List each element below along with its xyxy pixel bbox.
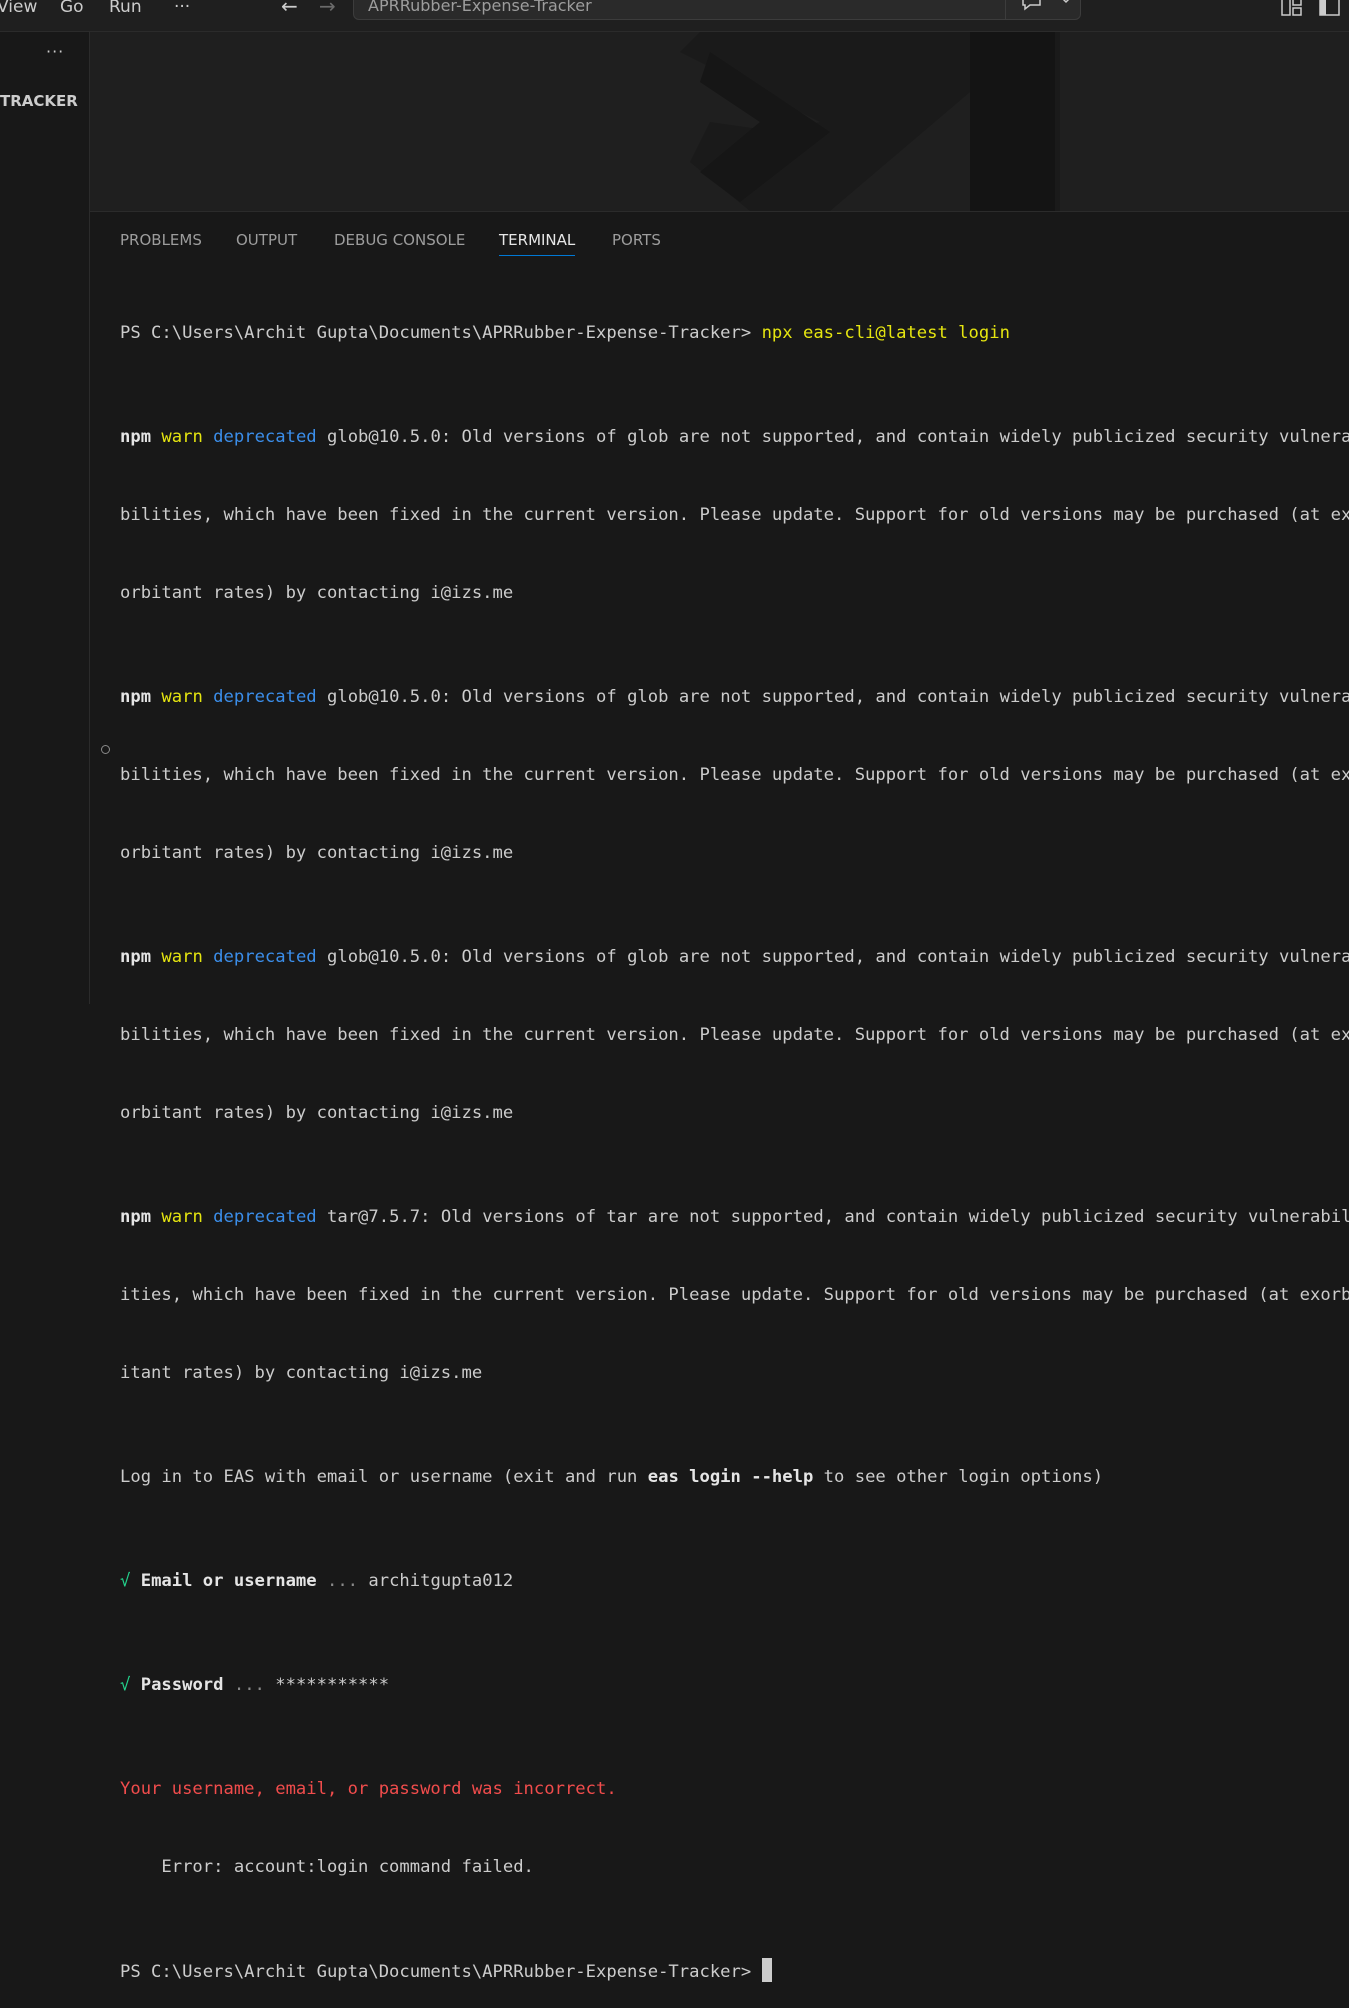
login-help-command: eas login --help: [647, 1467, 814, 1487]
tab-output[interactable]: OUTPUT: [236, 231, 297, 255]
warning-text: bilities, which have been fixed in the c…: [120, 1025, 1349, 1045]
warning-text: glob@10.5.0: Old versions of glob are no…: [316, 687, 1349, 707]
command-status-circle-icon: [101, 745, 110, 754]
terminal-cursor[interactable]: [761, 1958, 772, 1982]
terminal-line: npm warn deprecated glob@10.5.0: Old ver…: [120, 944, 1349, 970]
warn-label: warn: [161, 947, 203, 967]
warning-text: orbitant rates) by contacting i@izs.me: [120, 1103, 514, 1123]
toggle-sidebar-icon[interactable]: [1318, 0, 1342, 18]
sidebar-more-actions[interactable]: ···: [46, 42, 64, 61]
terminal-command: npx eas-cli@latest login: [761, 323, 1010, 343]
command-center[interactable]: APRRubber-Expense-Tracker: [353, 0, 1081, 20]
warning-text: orbitant rates) by contacting i@izs.me: [120, 583, 514, 603]
menu-run[interactable]: Run: [109, 0, 142, 18]
menu-more[interactable]: ···: [174, 0, 190, 18]
bottom-panel: PROBLEMS OUTPUT DEBUG CONSOLE TERMINAL P…: [90, 211, 1349, 1982]
menu-view[interactable]: View: [0, 0, 37, 18]
chevron-down-icon[interactable]: [1059, 0, 1073, 5]
tab-debug-console[interactable]: DEBUG CONSOLE: [334, 231, 465, 255]
npm-label: npm: [120, 427, 152, 447]
login-info-text: Log in to EAS with email or username (ex…: [120, 1467, 648, 1487]
warning-text: orbitant rates) by contacting i@izs.me: [120, 843, 514, 863]
terminal-line: Your username, email, or password was in…: [120, 1776, 1349, 1802]
warning-text: glob@10.5.0: Old versions of glob are no…: [316, 427, 1349, 447]
terminal-line: ities, which have been fixed in the curr…: [120, 1282, 1349, 1308]
warning-text: glob@10.5.0: Old versions of glob are no…: [316, 947, 1349, 967]
npm-label: npm: [120, 947, 152, 967]
terminal-line: √ Email or username ... architgupta012: [120, 1568, 1349, 1594]
back-arrow-icon[interactable]: ←: [281, 0, 298, 17]
title-bar: View Go Run ··· ← → APRRubber-Expense-Tr…: [0, 0, 1349, 32]
sidebar-folder-title[interactable]: TRACKER: [0, 92, 78, 110]
warning-text: itant rates) by contacting i@izs.me: [120, 1363, 483, 1383]
warn-label: warn: [161, 427, 203, 447]
password-value: ***********: [275, 1675, 390, 1695]
warn-label: warn: [161, 1207, 203, 1227]
deprecated-label: deprecated: [213, 947, 317, 967]
terminal-line: npm warn deprecated glob@10.5.0: Old ver…: [120, 684, 1349, 710]
terminal-line: orbitant rates) by contacting i@izs.me: [120, 840, 1349, 866]
terminal-line: bilities, which have been fixed in the c…: [120, 1022, 1349, 1048]
customize-layout-icon[interactable]: [1280, 0, 1304, 18]
menu-go[interactable]: Go: [60, 0, 84, 18]
terminal-line: √ Password ... ***********: [120, 1672, 1349, 1698]
terminal-line: bilities, which have been fixed in the c…: [120, 762, 1349, 788]
terminal-line: PS C:\Users\Archit Gupta\Documents\APRRu…: [120, 1958, 1349, 1984]
terminal-prompt: PS C:\Users\Archit Gupta\Documents\APRRu…: [120, 1962, 762, 1982]
deprecated-label: deprecated: [213, 1207, 317, 1227]
tab-terminal[interactable]: TERMINAL: [499, 231, 576, 256]
terminal-line: Error: account:login command failed.: [120, 1854, 1349, 1880]
check-icon: √: [120, 1675, 131, 1695]
terminal-line: orbitant rates) by contacting i@izs.me: [120, 1100, 1349, 1126]
npm-label: npm: [120, 1207, 152, 1227]
tab-ports[interactable]: PORTS: [612, 231, 661, 255]
email-value: architgupta012: [368, 1571, 514, 1591]
terminal-line: orbitant rates) by contacting i@izs.me: [120, 580, 1349, 606]
deprecated-label: deprecated: [213, 687, 317, 707]
terminal-line: npm warn deprecated glob@10.5.0: Old ver…: [120, 424, 1349, 450]
email-dots: ...: [316, 1571, 369, 1591]
terminal-line: Log in to EAS with email or username (ex…: [120, 1464, 1349, 1490]
warning-text: ities, which have been fixed in the curr…: [120, 1285, 1349, 1305]
terminal-prompt: PS C:\Users\Archit Gupta\Documents\APRRu…: [120, 323, 752, 343]
warning-text: tar@7.5.7: Old versions of tar are not s…: [316, 1207, 1349, 1227]
password-dots: ...: [223, 1675, 276, 1695]
login-info-text: to see other login options): [813, 1467, 1104, 1487]
command-center-separator: [1005, 0, 1006, 19]
forward-arrow-icon[interactable]: →: [319, 0, 336, 17]
deprecated-label: deprecated: [213, 427, 317, 447]
password-label: Password: [140, 1675, 224, 1695]
warn-label: warn: [161, 687, 203, 707]
tab-problems[interactable]: PROBLEMS: [120, 231, 202, 255]
command-center-title: APRRubber-Expense-Tracker: [368, 0, 592, 15]
error-message: Your username, email, or password was in…: [120, 1779, 617, 1799]
email-label: Email or username: [140, 1571, 317, 1591]
warning-text: bilities, which have been fixed in the c…: [120, 765, 1349, 785]
check-icon: √: [120, 1571, 131, 1591]
terminal-line: itant rates) by contacting i@izs.me: [120, 1360, 1349, 1386]
copilot-chat-icon[interactable]: [1020, 0, 1044, 11]
warning-text: bilities, which have been fixed in the c…: [120, 505, 1349, 525]
terminal-line: bilities, which have been fixed in the c…: [120, 502, 1349, 528]
npm-label: npm: [120, 687, 152, 707]
error-detail: Error: account:login command failed.: [120, 1857, 534, 1877]
terminal-line: npm warn deprecated tar@7.5.7: Old versi…: [120, 1204, 1349, 1230]
explorer-sidebar: ··· TRACKER: [0, 32, 90, 1004]
terminal-line: PS C:\Users\Archit Gupta\Documents\APRRu…: [120, 320, 1349, 346]
editor-area: [90, 32, 1349, 211]
vscode-watermark-logo: [680, 32, 1060, 211]
terminal-output[interactable]: PS C:\Users\Archit Gupta\Documents\APRRu…: [120, 268, 1349, 2008]
